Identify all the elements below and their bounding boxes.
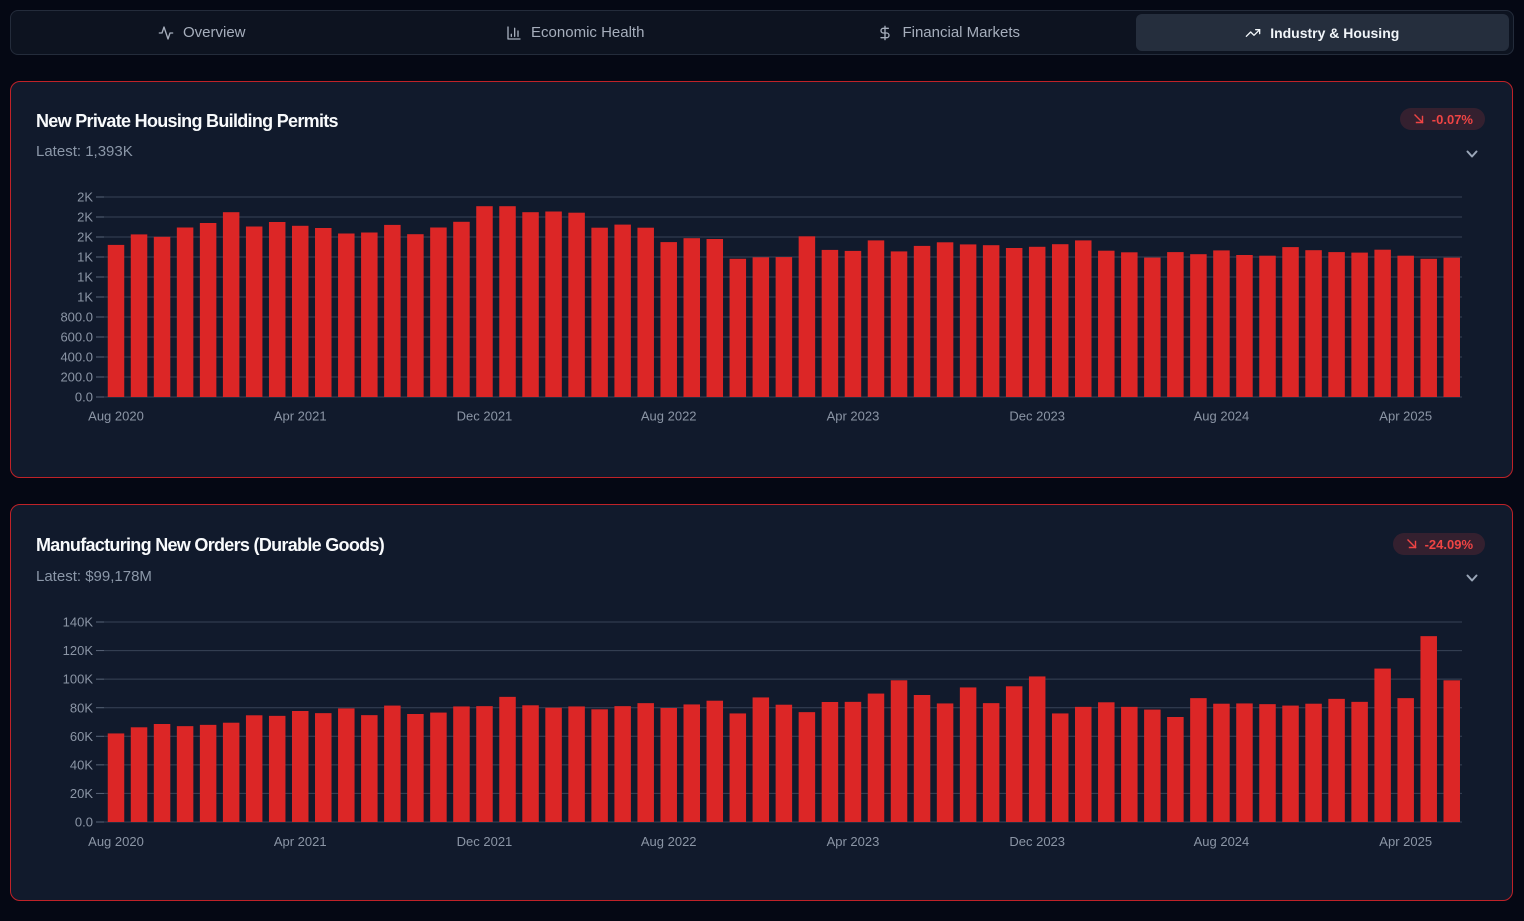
svg-text:Apr 2023: Apr 2023 [827, 409, 880, 424]
svg-text:Dec 2021: Dec 2021 [457, 834, 513, 849]
svg-text:Apr 2023: Apr 2023 [827, 834, 880, 849]
svg-text:2K: 2K [77, 190, 93, 205]
svg-text:20K: 20K [70, 786, 93, 801]
svg-text:Dec 2023: Dec 2023 [1009, 834, 1065, 849]
svg-text:1K: 1K [77, 250, 93, 265]
svg-text:1K: 1K [77, 290, 93, 305]
svg-text:Aug 2024: Aug 2024 [1194, 409, 1250, 424]
svg-text:100K: 100K [63, 672, 94, 687]
svg-text:600.0: 600.0 [60, 330, 93, 345]
svg-text:60K: 60K [70, 729, 93, 744]
svg-text:Apr 2025: Apr 2025 [1379, 834, 1432, 849]
svg-text:200.0: 200.0 [60, 370, 93, 385]
svg-text:40K: 40K [70, 758, 93, 773]
svg-text:1K: 1K [77, 270, 93, 285]
svg-text:Dec 2023: Dec 2023 [1009, 409, 1065, 424]
svg-text:Dec 2021: Dec 2021 [457, 409, 513, 424]
svg-text:Apr 2025: Apr 2025 [1379, 409, 1432, 424]
svg-text:Apr 2021: Apr 2021 [274, 834, 327, 849]
svg-text:2K: 2K [77, 230, 93, 245]
svg-text:120K: 120K [63, 643, 94, 658]
svg-text:Apr 2021: Apr 2021 [274, 409, 327, 424]
svg-text:80K: 80K [70, 700, 93, 715]
svg-text:Aug 2022: Aug 2022 [641, 409, 697, 424]
svg-text:0.0: 0.0 [75, 815, 93, 830]
svg-text:800.0: 800.0 [60, 310, 93, 325]
svg-text:Aug 2020: Aug 2020 [88, 409, 144, 424]
svg-text:0.0: 0.0 [75, 390, 93, 405]
svg-text:Aug 2020: Aug 2020 [88, 834, 144, 849]
svg-text:Aug 2022: Aug 2022 [641, 834, 697, 849]
svg-text:400.0: 400.0 [60, 350, 93, 365]
svg-text:Aug 2024: Aug 2024 [1194, 834, 1250, 849]
svg-text:2K: 2K [77, 210, 93, 225]
svg-text:140K: 140K [63, 615, 94, 630]
